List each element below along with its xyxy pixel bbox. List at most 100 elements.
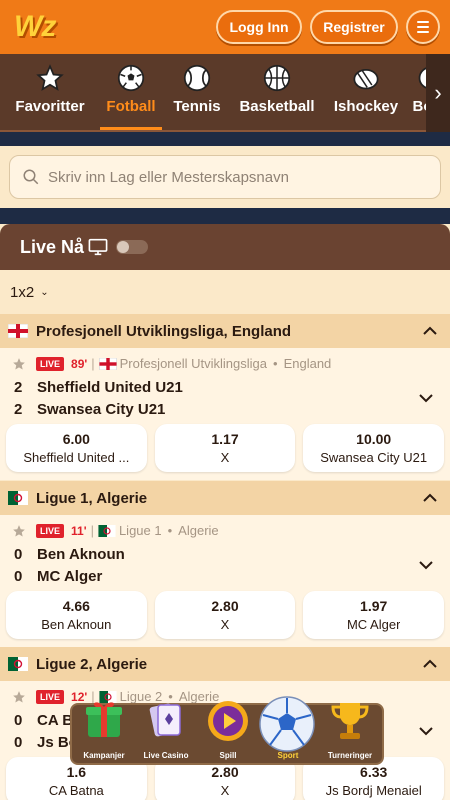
live-badge: LIVE: [36, 523, 65, 538]
tab-tennis[interactable]: Tennis: [162, 54, 232, 130]
match-minute: 89': [71, 356, 88, 371]
tab-basketball[interactable]: Basketball: [232, 54, 322, 130]
chevron-down-icon: ⌄: [40, 286, 49, 298]
favorite-star-icon[interactable]: [12, 690, 26, 704]
odds-label: Swansea City U21: [320, 450, 428, 465]
england-flag-icon: [98, 357, 117, 370]
odds-label: CA Batna: [48, 783, 104, 798]
odds-value: 1.97: [360, 598, 388, 614]
england-flag-icon: [8, 324, 28, 338]
competition-name: Ligue 1: [118, 523, 162, 538]
competition-name: Profesjonell Utviklingsliga: [119, 356, 268, 371]
match-card[interactable]: LIVE 11' | Ligue 1 • Algerie 0 Ben Aknoun…: [0, 515, 450, 647]
basketball-icon: [263, 64, 291, 92]
tab-ishockey[interactable]: Ishockey: [322, 54, 410, 130]
dock-label: Kampanjer: [83, 751, 125, 760]
odds-button-home[interactable]: 6.00 Sheffield United ...: [6, 424, 147, 472]
odds-label: MC Alger: [346, 617, 401, 632]
chevron-up-icon[interactable]: [422, 326, 438, 336]
odds-value: 1.17: [211, 431, 239, 447]
league-title: Ligue 2, Algerie: [36, 655, 148, 673]
teams: 0 Ben Aknoun 0 MC Alger: [14, 544, 125, 588]
odds-value: 6.00: [62, 431, 90, 447]
cards-icon: [149, 703, 181, 737]
search-icon: [23, 169, 39, 185]
tab-fotball[interactable]: Fotball: [100, 54, 162, 130]
chevron-up-icon[interactable]: [422, 659, 438, 669]
odds-value: 6.33: [360, 764, 388, 780]
odds-button-draw[interactable]: 1.17 X: [154, 424, 296, 472]
chevron-down-icon[interactable]: [418, 726, 434, 736]
register-button[interactable]: Registrer: [310, 10, 398, 44]
odds-button-away[interactable]: 10.00 Swansea City U21: [303, 424, 445, 472]
chevron-down-icon[interactable]: [418, 560, 434, 570]
live-toggle[interactable]: [116, 240, 149, 254]
bottom-dock: Kampanjer Live Casino Spill Sport Turner…: [70, 696, 384, 765]
live-badge: LIVE: [36, 356, 65, 371]
star-icon: [36, 64, 64, 91]
scroll-right-arrow-icon[interactable]: ›: [426, 54, 450, 132]
odds-value: 4.66: [62, 598, 90, 614]
league-block: Ligue 1, Algerie LIVE 11' | Ligue 1 • Al…: [0, 481, 450, 647]
league-title: Ligue 1, Algerie: [36, 489, 148, 507]
market-selector[interactable]: 1x2 ⌄: [0, 270, 450, 314]
teams: 2 Sheffield United U21 2 Swansea City U21: [14, 377, 183, 421]
odds-button-away[interactable]: 1.97 MC Alger: [303, 591, 445, 639]
sport-tabs: Favoritter Fotball Tennis Basketball Ish…: [0, 54, 450, 132]
odds-label: X: [220, 450, 230, 465]
away-score: 0: [14, 568, 23, 585]
live-title: Live Nå: [20, 236, 85, 257]
algeria-flag-icon: [8, 491, 28, 505]
favorite-star-icon[interactable]: [12, 357, 26, 371]
top-bar: Wz Logg Inn Registrer: [0, 0, 450, 54]
tv-icon: [88, 238, 108, 256]
favorite-star-icon[interactable]: [12, 524, 26, 538]
login-button[interactable]: Logg Inn: [216, 10, 302, 44]
home-score: 2: [14, 379, 23, 396]
algeria-flag-icon: [98, 524, 116, 537]
odds-button-home[interactable]: 4.66 Ben Aknoun: [6, 591, 147, 639]
home-team: Sheffield United U21: [37, 379, 183, 396]
dock-label: Spill: [219, 751, 237, 760]
dock-label: Live Casino: [143, 751, 189, 760]
chevron-down-icon[interactable]: [418, 393, 434, 403]
hamburger-menu-icon[interactable]: [406, 10, 440, 44]
search-area: Skriv inn Lag eller Mesterskapsnavn: [0, 146, 450, 208]
odds-value: 2.80: [211, 598, 239, 614]
chevron-up-icon[interactable]: [422, 493, 438, 503]
odds-label: Js Bordj Menaiel: [325, 783, 422, 798]
country-name: England: [283, 356, 332, 371]
home-score: 0: [14, 712, 23, 729]
odds-button-draw[interactable]: 2.80 X: [154, 591, 296, 639]
tab-label: Tennis: [173, 98, 221, 115]
play-icon: [208, 701, 248, 741]
away-score: 0: [14, 734, 23, 751]
odds-value: 10.00: [356, 431, 392, 447]
gift-icon: [86, 702, 122, 737]
hockey-puck-icon: [353, 68, 379, 90]
algeria-flag-icon: [8, 657, 28, 671]
league-header[interactable]: Ligue 1, Algerie: [0, 481, 450, 515]
odds-label: X: [220, 783, 230, 798]
search-input[interactable]: Skriv inn Lag eller Mesterskapsnavn: [9, 155, 441, 199]
tennis-icon: [183, 64, 211, 92]
country-name: Algerie: [178, 523, 219, 538]
tab-label: Fotball: [106, 98, 156, 115]
league-title: Profesjonell Utviklingsliga, England: [36, 322, 292, 340]
match-card[interactable]: LIVE 89' | Profesjonell Utviklingsliga •…: [0, 348, 450, 480]
league-header[interactable]: Profesjonell Utviklingsliga, England: [0, 314, 450, 348]
odds-value: 1.6: [66, 764, 87, 780]
search-placeholder: Skriv inn Lag eller Mesterskapsnavn: [48, 168, 289, 186]
soccer-ball-icon: [259, 696, 315, 752]
league-block: Profesjonell Utviklingsliga, England LIV…: [0, 314, 450, 480]
dock-label: Sport: [277, 751, 299, 760]
tab-label: Ishockey: [333, 98, 399, 115]
match-minute: 11': [71, 523, 87, 538]
home-score: 0: [14, 546, 23, 563]
away-score: 2: [14, 401, 23, 418]
tab-favoritter[interactable]: Favoritter: [0, 54, 100, 130]
league-header[interactable]: Ligue 2, Algerie: [0, 647, 450, 681]
tab-label: Basketball: [239, 98, 315, 115]
football-icon: [117, 64, 145, 92]
brand-logo[interactable]: Wz: [14, 10, 56, 44]
